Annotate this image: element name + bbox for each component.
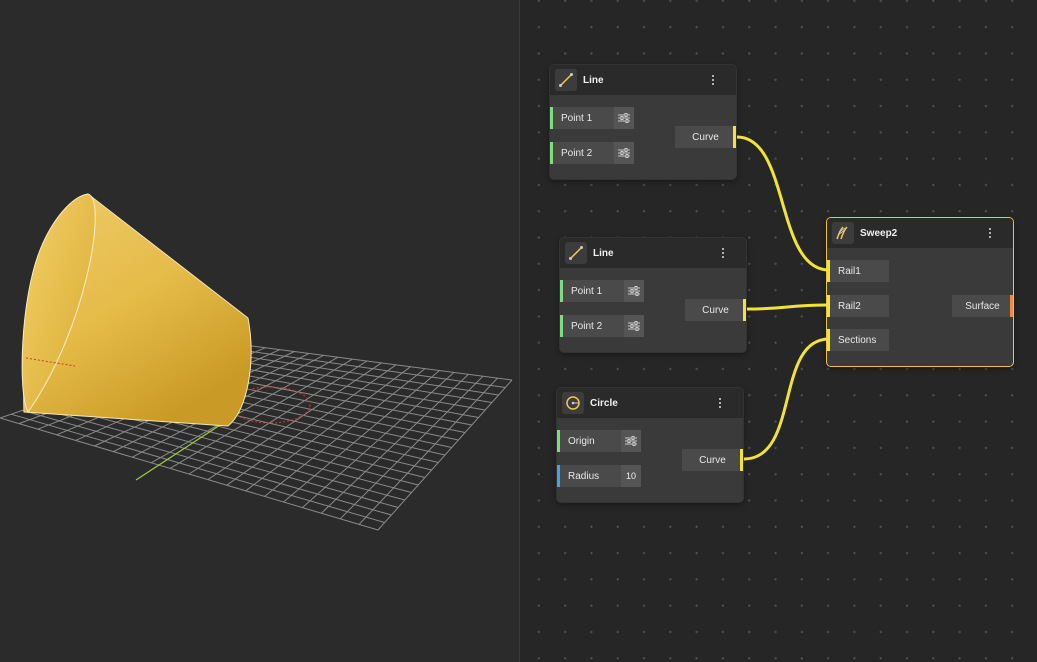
- node-title: Line: [583, 74, 604, 86]
- node-header[interactable]: Line: [550, 65, 736, 95]
- port-label: Curve: [699, 454, 726, 466]
- output-port-surface[interactable]: Surface: [952, 295, 1013, 317]
- input-port-point-1[interactable]: Point 1: [550, 107, 634, 129]
- more-vertical-icon[interactable]: [715, 394, 725, 412]
- radius-value[interactable]: 10: [621, 465, 641, 487]
- sliders-icon[interactable]: [624, 280, 644, 302]
- port-label: Point 2: [561, 147, 593, 159]
- node-header[interactable]: Circle: [557, 388, 743, 418]
- port-label: Rail1: [838, 265, 861, 277]
- port-label: Point 1: [561, 112, 593, 124]
- circle-icon: [562, 392, 584, 414]
- sweep-icon: [832, 222, 854, 244]
- more-vertical-icon[interactable]: [718, 244, 728, 262]
- sliders-icon[interactable]: [621, 430, 641, 452]
- port-label: Origin: [568, 435, 595, 447]
- input-port-point-2[interactable]: Point 2: [550, 142, 634, 164]
- port-label: Curve: [692, 131, 719, 143]
- sliders-icon[interactable]: [614, 142, 634, 164]
- output-port-curve[interactable]: Curve: [675, 126, 736, 148]
- node-title: Line: [593, 247, 614, 259]
- node-header[interactable]: Sweep2: [827, 218, 1013, 248]
- line-icon: [565, 242, 587, 264]
- port-label: Radius: [568, 470, 600, 482]
- node-title: Sweep2: [860, 227, 898, 239]
- input-port-origin[interactable]: Origin: [557, 430, 641, 452]
- port-label: Point 2: [571, 320, 603, 332]
- output-port-curve[interactable]: Curve: [682, 449, 743, 471]
- port-label: Curve: [702, 304, 729, 316]
- viewport-scene: [0, 193, 513, 531]
- input-port-rail1[interactable]: Rail1: [827, 260, 889, 282]
- input-port-point-1[interactable]: Point 1: [560, 280, 644, 302]
- input-port-radius[interactable]: Radius 10: [557, 465, 641, 487]
- port-label: Sections: [838, 334, 877, 346]
- output-port-curve[interactable]: Curve: [685, 299, 746, 321]
- sliders-icon[interactable]: [614, 107, 634, 129]
- line-icon: [555, 69, 577, 91]
- more-vertical-icon[interactable]: [985, 224, 995, 242]
- input-port-point-2[interactable]: Point 2: [560, 315, 644, 337]
- node-header[interactable]: Line: [560, 238, 746, 268]
- port-label: Rail2: [838, 300, 861, 312]
- 3d-viewport[interactable]: [0, 0, 520, 662]
- input-port-sections[interactable]: Sections: [827, 329, 889, 351]
- more-vertical-icon[interactable]: [708, 71, 718, 89]
- line-node-1[interactable]: Line Point 1 Point 2 Curve: [549, 64, 737, 180]
- port-label: Surface: [965, 300, 1000, 312]
- node-title: Circle: [590, 397, 618, 409]
- sweep2-node[interactable]: Sweep2 Rail1 Rail2 Sections Surface: [826, 217, 1014, 367]
- port-label: Point 1: [571, 285, 603, 297]
- circle-node[interactable]: Circle Origin Radius 10 Curve: [556, 387, 744, 503]
- sliders-icon[interactable]: [624, 315, 644, 337]
- input-port-rail2[interactable]: Rail2: [827, 295, 889, 317]
- line-node-2[interactable]: Line Point 1 Point 2 Curve: [559, 237, 747, 353]
